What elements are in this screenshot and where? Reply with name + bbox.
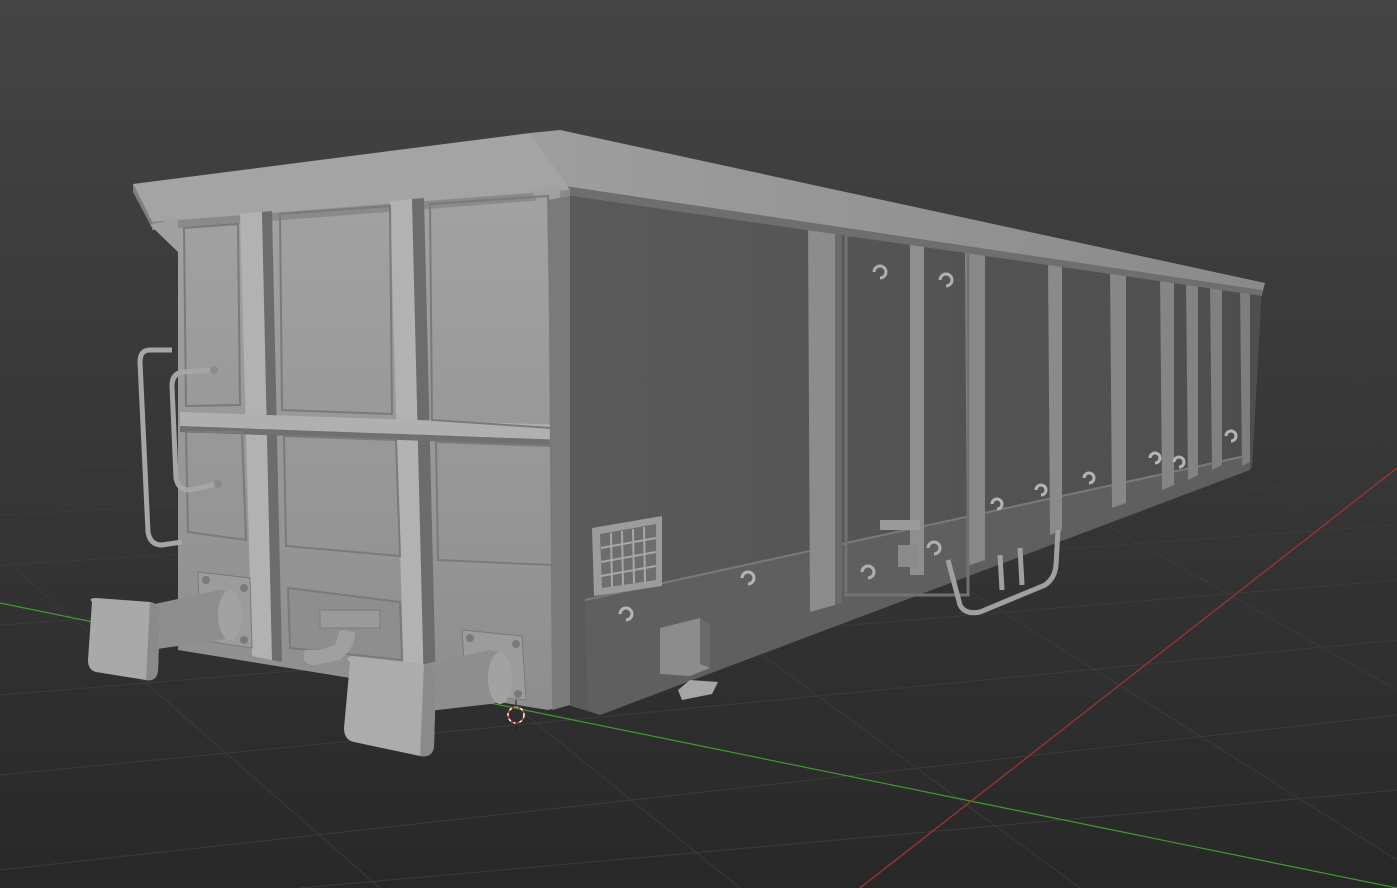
coupling-plate <box>286 586 404 665</box>
3d-viewport[interactable] <box>0 0 1397 888</box>
viewport-canvas[interactable] <box>0 0 1397 888</box>
vent-grille <box>592 516 662 596</box>
